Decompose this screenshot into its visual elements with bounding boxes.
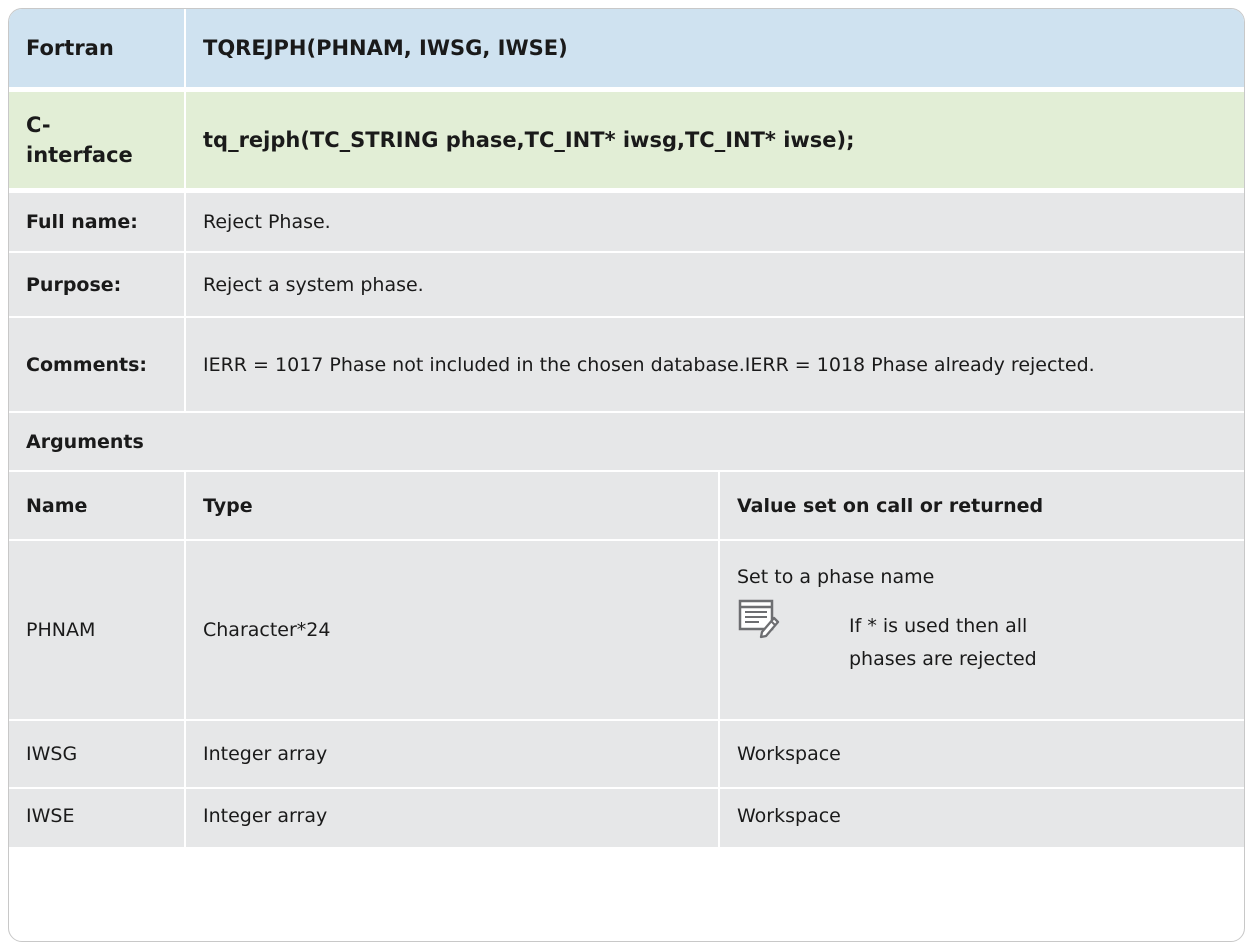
- comments-row: Comments: IERR = 1017 Phase not included…: [9, 317, 1244, 413]
- api-reference-table: Fortran TQREJPH(PHNAM, IWSG, IWSE) C-int…: [9, 9, 1244, 849]
- purpose-value: Reject a system phase.: [185, 252, 1244, 318]
- column-header-type: Type: [185, 471, 720, 541]
- argument-type: Character*24: [185, 540, 720, 721]
- comments-label: Comments:: [9, 317, 186, 413]
- comments-value: IERR = 1017 Phase not included in the ch…: [185, 317, 1244, 413]
- argument-name: IWSE: [9, 788, 186, 849]
- argument-name: PHNAM: [9, 540, 186, 721]
- argument-row-phnam: PHNAM Character*24 Set to a phase name I…: [9, 540, 1244, 721]
- argument-type: Integer array: [185, 720, 720, 789]
- api-reference-table-frame: Fortran TQREJPH(PHNAM, IWSG, IWSE) C-int…: [8, 8, 1245, 942]
- note-text: If * is used then all phases are rejecte…: [849, 615, 1037, 670]
- c-interface-row: C-interface tq_rejph(TC_STRING phase,TC_…: [9, 89, 1244, 193]
- column-header-value: Value set on call or returned: [719, 471, 1244, 541]
- arguments-section-row: Arguments: [9, 412, 1244, 472]
- argument-row-iwsg: IWSG Integer array Workspace: [9, 720, 1244, 789]
- full-name-label: Full name:: [9, 190, 186, 253]
- fortran-row: Fortran TQREJPH(PHNAM, IWSG, IWSE): [9, 9, 1244, 92]
- argument-value: Workspace: [719, 788, 1244, 849]
- purpose-label: Purpose:: [9, 252, 186, 318]
- full-name-value: Reject Phase.: [185, 190, 1244, 253]
- argument-row-iwse: IWSE Integer array Workspace: [9, 788, 1244, 849]
- argument-name: IWSG: [9, 720, 186, 789]
- note-callout: If * is used then all phases are rejecte…: [737, 599, 1244, 676]
- column-header-name: Name: [9, 471, 186, 541]
- arguments-header-row: Name Type Value set on call or returned: [9, 471, 1244, 541]
- argument-type: Integer array: [185, 788, 720, 849]
- fortran-signature: TQREJPH(PHNAM, IWSG, IWSE): [185, 9, 1244, 92]
- arguments-section-label: Arguments: [9, 412, 1244, 472]
- note-icon: [737, 596, 783, 642]
- c-interface-signature: tq_rejph(TC_STRING phase,TC_INT* iwsg,TC…: [185, 89, 1244, 193]
- full-name-row: Full name: Reject Phase.: [9, 190, 1244, 253]
- fortran-label: Fortran: [9, 9, 186, 92]
- argument-value: Workspace: [719, 720, 1244, 789]
- argument-value-cell: Set to a phase name If * is used then al…: [719, 540, 1244, 721]
- argument-value: Set to a phase name: [737, 566, 935, 588]
- purpose-row: Purpose: Reject a system phase.: [9, 252, 1244, 318]
- c-interface-label: C-interface: [9, 89, 186, 193]
